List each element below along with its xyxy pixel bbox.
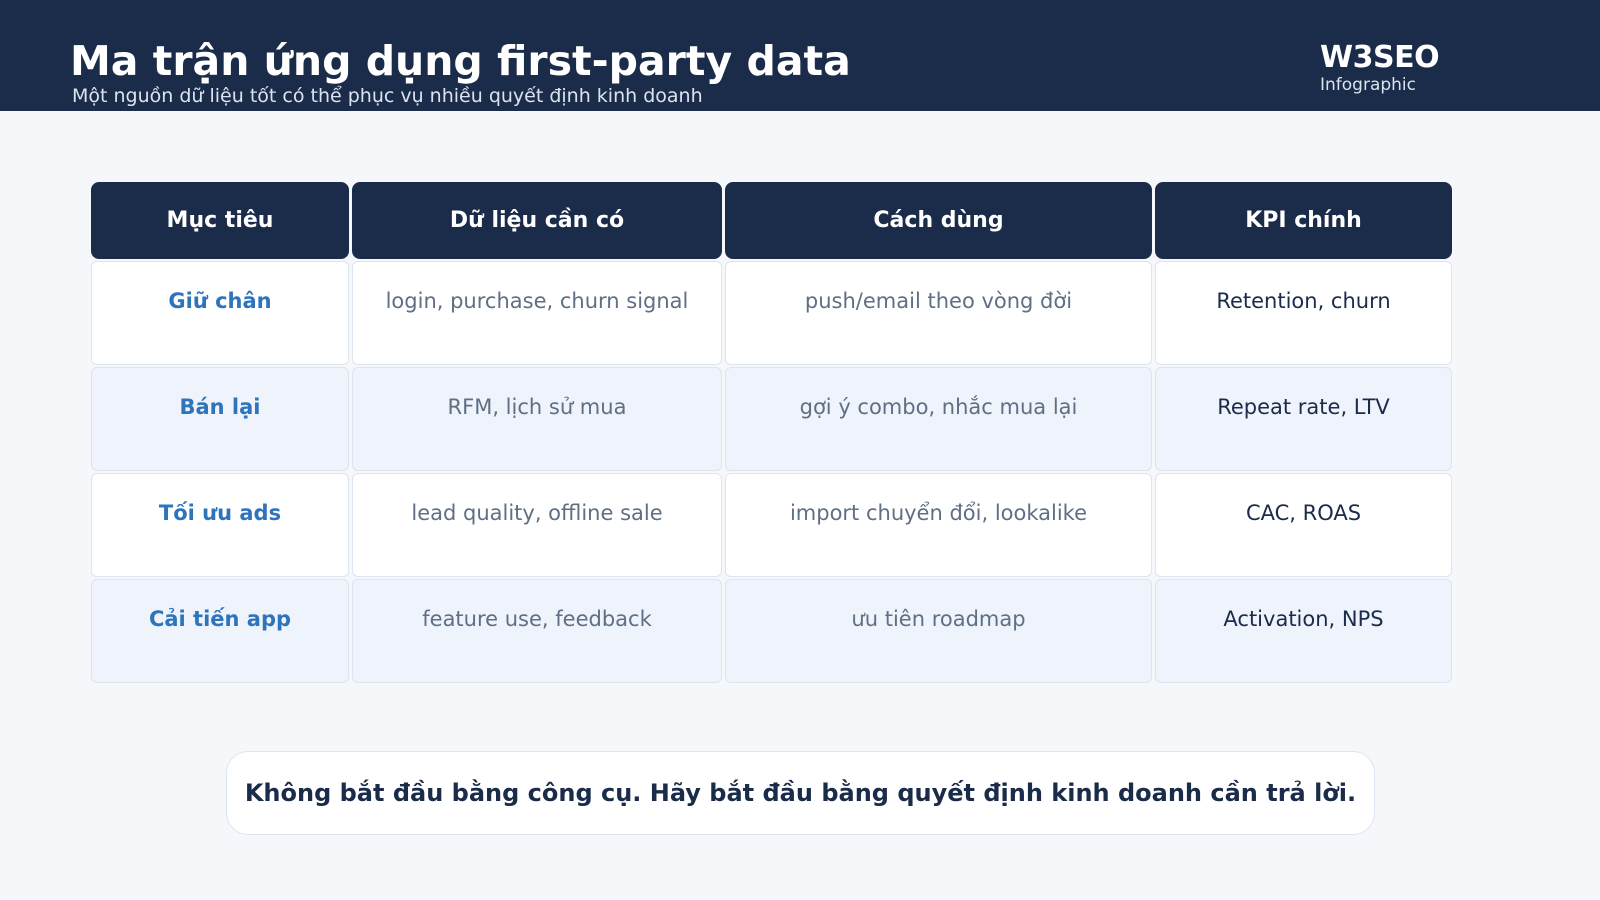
column-header-kpi: KPI chính: [1155, 182, 1452, 259]
row-4-goal: Cải tiến app: [91, 579, 349, 683]
row-3-usage: import chuyển đổi, lookalike: [725, 473, 1152, 577]
row-4-usage: ưu tiên roadmap: [725, 579, 1152, 683]
row-1-data: login, purchase, churn signal: [352, 261, 722, 365]
column-header-usage: Cách dùng: [725, 182, 1152, 259]
row-2-data: RFM, lịch sử mua: [352, 367, 722, 471]
row-3-data: lead quality, offline sale: [352, 473, 722, 577]
brand-logo: W3SEO: [1320, 40, 1440, 75]
column-header-goal: Mục tiêu: [91, 182, 349, 259]
row-2-kpi: Repeat rate, LTV: [1155, 367, 1452, 471]
row-1-kpi: Retention, churn: [1155, 261, 1452, 365]
row-2-goal: Bán lại: [91, 367, 349, 471]
key-takeaway-note: Không bắt đầu bằng công cụ. Hãy bắt đầu …: [226, 751, 1375, 835]
column-header-data: Dữ liệu cần có: [352, 182, 722, 259]
application-matrix: Mục tiêu Dữ liệu cần có Cách dùng KPI ch…: [91, 182, 1452, 683]
row-3-goal: Tối ưu ads: [91, 473, 349, 577]
page-subtitle: Một nguồn dữ liệu tốt có thể phục vụ nhi…: [72, 85, 703, 107]
row-3-kpi: CAC, ROAS: [1155, 473, 1452, 577]
row-1-goal: Giữ chân: [91, 261, 349, 365]
row-4-data: feature use, feedback: [352, 579, 722, 683]
row-1-usage: push/email theo vòng đời: [725, 261, 1152, 365]
row-2-usage: gợi ý combo, nhắc mua lại: [725, 367, 1152, 471]
page-title: Ma trận ứng dụng first-party data: [70, 37, 851, 85]
brand-caption: Infographic: [1320, 75, 1417, 95]
row-4-kpi: Activation, NPS: [1155, 579, 1452, 683]
header-banner: Ma trận ứng dụng first-party data Một ng…: [0, 0, 1600, 111]
